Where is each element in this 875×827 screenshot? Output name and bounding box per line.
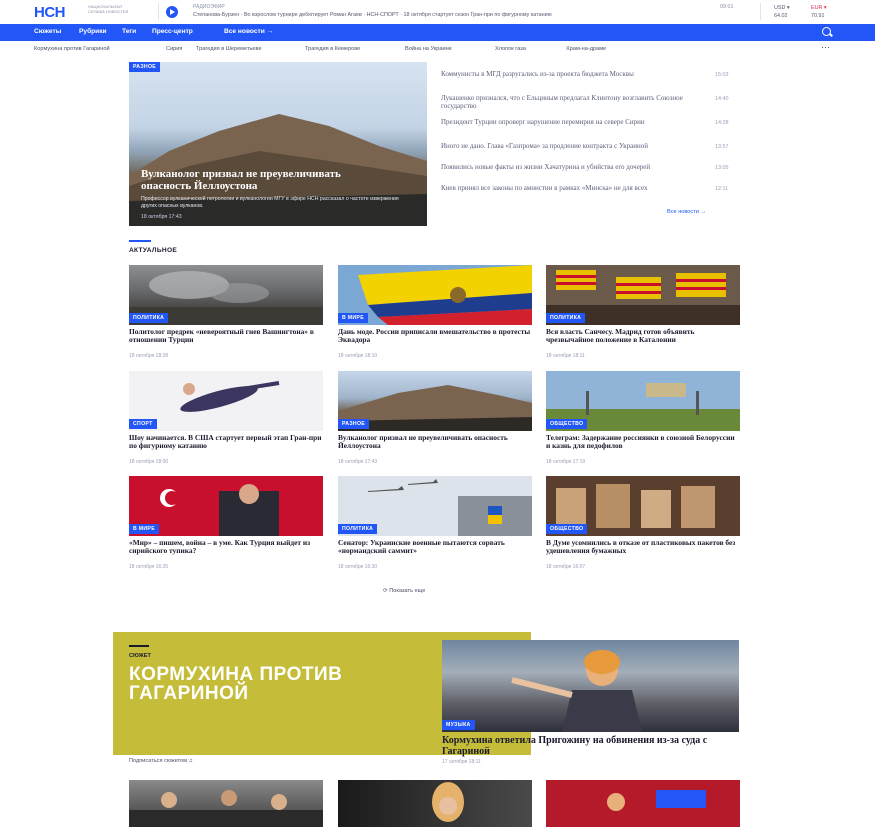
tag-item[interactable]: Трагедия в Шереметьеве	[196, 46, 262, 52]
card-date: 18 октября 18:28	[129, 353, 169, 359]
card-date: 18 октября 18:10	[338, 353, 378, 359]
news-text: Коммунисты в МГД разругались из-за проек…	[441, 70, 634, 78]
divider	[760, 3, 761, 20]
all-news-link[interactable]: Все новости →	[667, 209, 706, 215]
singer-photo	[511, 650, 642, 732]
news-time: 14:28	[715, 120, 729, 126]
news-text: Появились новые факты из жизни Хачатурин…	[441, 163, 651, 171]
site-logo[interactable]: НСН	[34, 4, 66, 21]
singer-image	[432, 782, 464, 822]
card-badge: РАЗНОЕ	[338, 419, 370, 429]
card-date: 18 октября 18:11	[546, 353, 585, 359]
ticker-time: 09:01	[720, 4, 734, 10]
search-icon[interactable]	[822, 27, 831, 36]
story-accent-bar	[129, 645, 149, 647]
card-title[interactable]: Вулканолог призвал не преувеличивать опа…	[338, 434, 532, 450]
tag-item[interactable]: Кормухина против Гагариной	[34, 46, 110, 52]
story-thumb[interactable]	[546, 780, 740, 827]
card-date: 18 октября 16:35	[129, 564, 169, 570]
logo-subtitle: НАЦИОНАЛЬНАЯ СЛУЖБА НОВОСТЕЙ	[88, 4, 129, 14]
hero-story[interactable]: РАЗНОЕ Вулканолог призвал не преувеличив…	[129, 62, 427, 226]
story-badge: МУЗЫКА	[442, 720, 475, 730]
load-more-button[interactable]: ⟳ Показать еще	[383, 588, 425, 594]
card-title[interactable]: Телеграм: Задержание россиянки в союзной…	[546, 434, 740, 450]
usd-label: USD ▾	[774, 5, 790, 11]
news-time: 14:40	[715, 96, 729, 102]
section-title: АКТУАЛЬНОЕ	[129, 247, 178, 254]
card-badge: В МИРЕ	[338, 313, 368, 323]
card-badge: СПОРТ	[129, 419, 157, 429]
news-time: 15:03	[715, 72, 729, 78]
tags-row: Кормухина против Гагариной Сирия Трагеди…	[0, 41, 875, 57]
card-date: 18 октября 17:43	[338, 459, 378, 465]
card-badge: ПОЛИТИКА	[546, 313, 586, 323]
eur-value: 70.91	[811, 13, 825, 19]
news-time: 13:57	[715, 144, 729, 150]
radio-play-icon[interactable]	[166, 6, 178, 18]
tag-item[interactable]: Храм-на-драме	[566, 46, 606, 52]
figure-skater-image	[129, 371, 323, 431]
nav-item-press-center[interactable]: Пресс-центр	[152, 28, 193, 35]
main-nav: Сюжеты Рубрики Теги Пресс-центр Все ново…	[0, 24, 875, 41]
news-text: Лукашенко признался, что с Ельциным пред…	[441, 94, 683, 110]
nav-item-stories[interactable]: Сюжеты	[34, 28, 61, 35]
story-headline[interactable]: Кормухина ответила Пригожину на обвинени…	[442, 735, 742, 757]
card-date: 18 октября 16:07	[546, 564, 586, 570]
concert-image	[546, 780, 740, 827]
card-date: 18 октября 16:30	[338, 564, 378, 570]
story-thumb[interactable]	[129, 780, 323, 827]
news-text: Президент Турции опроверг нарушение пере…	[441, 118, 645, 126]
more-tags-icon[interactable]: ···	[821, 42, 830, 52]
hero-date: 18 октября 17:43	[141, 214, 182, 220]
card-image	[129, 371, 323, 431]
hero-badge: РАЗНОЕ	[129, 62, 161, 72]
story-label: СЮЖЕТ	[129, 653, 151, 659]
eur-rate[interactable]: EUR ▾ 70.91	[811, 4, 827, 20]
news-text: Иного не дано. Глава «Газпрома» за продл…	[441, 142, 649, 150]
divider	[158, 3, 159, 20]
tag-item[interactable]: Трагедия в Кемерове	[305, 46, 360, 52]
news-time: 12:11	[715, 186, 729, 192]
hero-description: Профессор вулканической петрологии и вул…	[141, 196, 399, 209]
card-title[interactable]: Политолог предрек «невероятный гнев Ваши…	[129, 328, 323, 344]
story-thumb[interactable]	[338, 780, 532, 827]
card-badge: ОБЩЕСТВО	[546, 419, 588, 429]
nav-item-all-news[interactable]: Все новости →	[224, 28, 273, 35]
card-title[interactable]: Шоу начинается. В США стартует первый эт…	[129, 434, 323, 450]
card-badge: ОБЩЕСТВО	[546, 524, 588, 534]
card-date: 18 октября 17:19	[546, 459, 586, 465]
radio-title: РАДИОЭФИР	[193, 4, 225, 10]
card-title[interactable]: Дань моде. России приписали вмешательств…	[338, 328, 532, 344]
tag-item[interactable]: Война на Украине	[405, 46, 452, 52]
card-title[interactable]: «Мир» – пишем, война – в уме. Как Турция…	[129, 539, 323, 555]
usd-value: 64.02	[774, 13, 788, 19]
news-time: 13:05	[715, 165, 729, 171]
photographers-image	[129, 790, 323, 827]
top-header: НСН НАЦИОНАЛЬНАЯ СЛУЖБА НОВОСТЕЙ РАДИОЭФ…	[0, 0, 875, 24]
tag-item[interactable]: Сирия	[166, 46, 182, 52]
subscribe-story-button[interactable]: Подписаться сюжетом ♫	[129, 758, 193, 764]
card-badge: В МИРЕ	[129, 524, 159, 534]
nav-item-tags[interactable]: Теги	[122, 28, 136, 35]
news-text: Киев принял все законы по амнистии в рам…	[441, 184, 648, 192]
eur-label: EUR ▾	[811, 5, 827, 11]
story-date: 17 октября 18:11	[442, 759, 481, 765]
card-title[interactable]: Вся власть Санчесу. Мадрид готов объявит…	[546, 328, 740, 344]
card-badge: ПОЛИТИКА	[129, 313, 169, 323]
story-title[interactable]: КОРМУХИНА ПРОТИВ ГАГАРИНОЙ	[129, 665, 349, 703]
nav-item-rubrics[interactable]: Рубрики	[79, 28, 107, 35]
news-ticker[interactable]: Степанова-Бурзен · Во взрослом турнире д…	[193, 12, 758, 18]
story-photo[interactable]: МУЗЫКА	[442, 640, 739, 732]
hero-title[interactable]: Вулканолог призвал не преувеличивать опа…	[141, 168, 381, 192]
tag-item[interactable]: Хлопок газа	[495, 46, 526, 52]
usd-rate[interactable]: USD ▾ 64.02	[774, 4, 790, 20]
card-badge: ПОЛИТИКА	[338, 524, 378, 534]
card-date: 18 октября 18:00	[129, 459, 169, 465]
card-title[interactable]: В Думе усомнились в отказе от пластиковы…	[546, 539, 740, 555]
section-accent-bar	[129, 240, 151, 242]
card-title[interactable]: Сенатор: Украинские военные пытаются сор…	[338, 539, 532, 555]
